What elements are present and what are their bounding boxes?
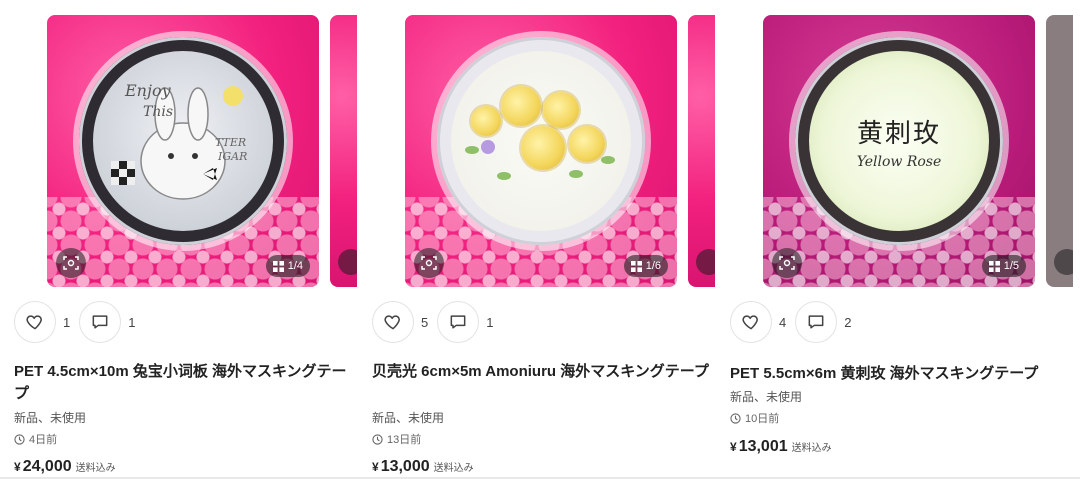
item-condition: 新品、未使用 — [372, 411, 445, 425]
image-carousel[interactable]: 黄刺玫 Yellow Rose 1/5 — [763, 15, 1073, 287]
tape-roll: 黄刺玫 Yellow Rose — [763, 15, 1035, 287]
like-button[interactable] — [14, 301, 56, 343]
price-value: 13,000 — [380, 458, 430, 475]
comment-icon — [450, 315, 466, 329]
posted-time: 10日前 — [730, 410, 779, 426]
next-image-scan-button[interactable] — [338, 249, 357, 275]
svg-text:Enjoy: Enjoy — [124, 81, 172, 100]
clock-icon — [730, 412, 741, 424]
image-counter: 1/6 — [623, 255, 668, 277]
next-image-scan-button[interactable] — [696, 249, 715, 275]
gallery-icon — [988, 260, 1000, 272]
posted-time-text: 10日前 — [745, 413, 780, 425]
posted-time-text: 4日前 — [29, 434, 58, 446]
rose-illustration — [461, 86, 621, 196]
next-image-scan-button[interactable] — [1054, 249, 1073, 275]
tape-roll — [405, 15, 677, 287]
tape-text-en: Yellow Rose — [856, 153, 942, 170]
svg-text:IGAR: IGAR — [217, 150, 247, 163]
comment-button[interactable] — [795, 301, 838, 343]
posted-time: 4日前 — [14, 431, 57, 447]
image-counter-text: 1/5 — [1003, 260, 1019, 272]
product-title[interactable]: 贝壳光 6cm×5m Amoniuru 海外マスキングテープ — [372, 361, 712, 383]
next-image-preview[interactable] — [688, 15, 715, 287]
bunny-illustration: TTER IGAR Enjoy This — [111, 81, 247, 200]
currency-symbol: ¥ — [730, 440, 737, 454]
product-title[interactable]: PET 5.5cm×6m 黄刺玫 海外マスキングテープ — [730, 363, 1070, 385]
product-image[interactable]: TTER IGAR Enjoy This 1/4 — [47, 15, 319, 287]
product-card[interactable]: 1/6 5 1 贝壳光 6cm×5m Amoniuru 海外マスキングテープ 新… — [358, 0, 715, 479]
gallery-icon — [272, 260, 284, 272]
like-count: 5 — [421, 314, 429, 330]
image-counter-text: 1/6 — [645, 260, 661, 272]
image-carousel[interactable]: TTER IGAR Enjoy This 1/4 — [47, 15, 357, 287]
shipping-label: 送料込み — [791, 443, 832, 454]
comment-icon — [92, 315, 108, 329]
comment-count: 2 — [844, 314, 852, 330]
like-button[interactable] — [730, 301, 772, 343]
image-search-button[interactable] — [414, 248, 444, 278]
like-count: 1 — [63, 314, 71, 330]
scan-icon — [779, 256, 795, 270]
tape-text-cn: 黄刺玫 — [856, 118, 941, 149]
price: ¥ 13,001 送料込み — [730, 438, 832, 456]
clock-icon — [372, 433, 383, 445]
image-carousel[interactable]: 1/6 — [405, 15, 715, 287]
image-counter-text: 1/4 — [287, 260, 303, 272]
svg-text:This: This — [143, 104, 173, 120]
posted-time-text: 13日前 — [387, 434, 422, 446]
product-card[interactable]: 黄刺玫 Yellow Rose 1/5 4 2 PET 5.5cm×6m 黄刺玫… — [716, 0, 1073, 479]
comment-count: 1 — [128, 314, 136, 330]
price-value: 13,001 — [738, 438, 788, 455]
next-image-preview[interactable] — [330, 15, 357, 287]
product-image[interactable]: 黄刺玫 Yellow Rose 1/5 — [763, 15, 1035, 287]
next-image-preview[interactable] — [1046, 15, 1073, 287]
image-search-button[interactable] — [56, 248, 86, 278]
tape-illustration — [451, 51, 631, 231]
heart-icon — [742, 315, 758, 330]
image-counter: 1/4 — [265, 255, 310, 277]
comment-count: 1 — [486, 314, 494, 330]
item-condition: 新品、未使用 — [730, 390, 803, 404]
posted-time: 13日前 — [372, 431, 421, 447]
shipping-label: 送料込み — [75, 463, 116, 474]
clock-icon — [14, 433, 25, 445]
product-card[interactable]: TTER IGAR Enjoy This 1/4 1 1 PET 4.5cm×1… — [0, 0, 357, 479]
currency-symbol: ¥ — [372, 460, 379, 474]
heart-icon — [26, 315, 42, 330]
tape-illustration: 黄刺玫 Yellow Rose — [809, 51, 989, 231]
comment-button[interactable] — [79, 301, 122, 343]
currency-symbol: ¥ — [14, 460, 21, 474]
comment-button[interactable] — [437, 301, 480, 343]
scan-icon — [421, 256, 437, 270]
item-condition: 新品、未使用 — [14, 411, 87, 425]
heart-icon — [384, 315, 400, 330]
image-search-button[interactable] — [772, 248, 802, 278]
shipping-label: 送料込み — [433, 463, 474, 474]
comment-icon — [808, 315, 824, 329]
price: ¥ 24,000 送料込み — [14, 458, 116, 476]
tape-roll: TTER IGAR Enjoy This — [47, 15, 319, 287]
product-image[interactable]: 1/6 — [405, 15, 677, 287]
like-count: 4 — [779, 314, 787, 330]
tape-illustration: TTER IGAR Enjoy This — [93, 51, 273, 231]
like-button[interactable] — [372, 301, 414, 343]
price: ¥ 13,000 送料込み — [372, 458, 474, 476]
svg-text:TTER: TTER — [215, 136, 246, 149]
scan-icon — [63, 256, 79, 270]
image-counter: 1/5 — [981, 255, 1026, 277]
product-title[interactable]: PET 4.5cm×10m 兔宝小词板 海外マスキングテープ — [14, 361, 354, 405]
price-value: 24,000 — [22, 458, 72, 475]
gallery-icon — [630, 260, 642, 272]
